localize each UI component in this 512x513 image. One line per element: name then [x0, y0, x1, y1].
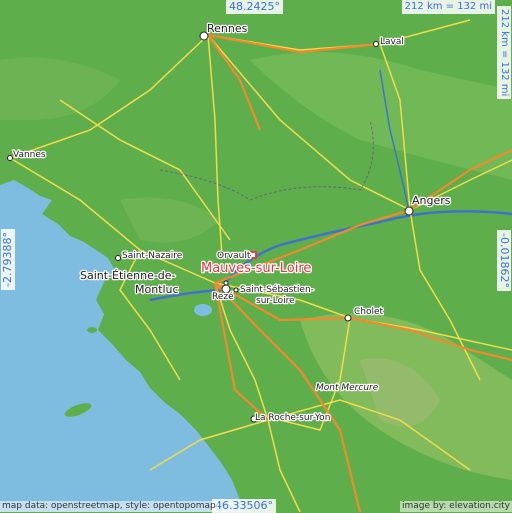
label-saint-etienne-line1: Saint-Étienne-de-	[80, 269, 176, 282]
scale-vertical-label: 212 km = 132 mi	[497, 6, 511, 100]
label-highlighted-place: Mauves-sur-Loire	[201, 261, 311, 276]
label-mont-mercure: Mont Mercure	[316, 383, 379, 393]
lake	[194, 304, 212, 316]
label-saint-sebastien-line1: Saint-Sébastien-	[240, 284, 314, 295]
label-reze: Rezé	[212, 291, 234, 302]
location-marker[interactable]	[249, 251, 257, 259]
topographic-map[interactable]: Rennes Laval Vannes Angers Saint-Nazaire…	[0, 0, 512, 512]
latitude-bottom-label: 46.33506°	[212, 499, 276, 513]
label-orvault: Orvault	[217, 251, 251, 261]
longitude-left-label: -2.79388°	[1, 229, 15, 290]
label-rennes: Rennes	[207, 22, 248, 35]
latitude-top-label: 48.2425°	[226, 0, 283, 14]
label-la-roche-sur-yon: La Roche-sur-Yon	[255, 413, 330, 423]
label-laval: Laval	[380, 37, 404, 47]
image-credit: image by: elevation.city	[400, 501, 512, 512]
label-cholet: Cholet	[354, 307, 384, 317]
island	[87, 327, 97, 333]
longitude-right-label: -0.01862°	[497, 230, 511, 291]
label-angers: Angers	[412, 194, 451, 207]
label-saint-nazaire: Saint-Nazaire	[122, 251, 183, 261]
label-saint-sebastien-line2: sur-Loire	[256, 296, 295, 306]
map-data-credit: map data: openstreetmap, style: opentopo…	[0, 501, 218, 512]
label-vannes: Vannes	[13, 150, 46, 160]
label-saint-etienne-line2: Montluc	[135, 283, 179, 296]
scale-horizontal-label: 212 km = 132 mi	[401, 0, 495, 14]
